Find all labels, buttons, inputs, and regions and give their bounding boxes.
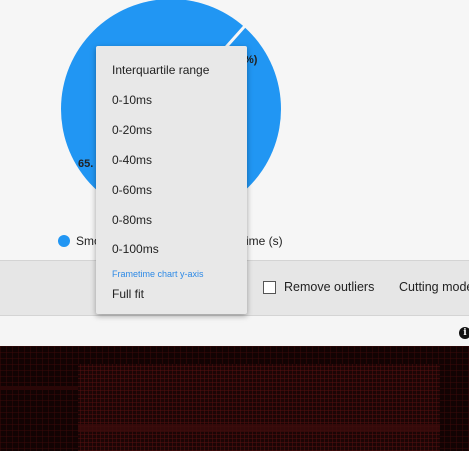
- menu-item-0-40ms[interactable]: 0-40ms: [112, 153, 152, 167]
- checkbox-box[interactable]: [263, 280, 276, 294]
- menu-item-0-80ms[interactable]: 0-80ms: [112, 213, 152, 227]
- menu-item-0-60ms[interactable]: 0-60ms: [112, 183, 152, 197]
- legend-dot-icon: [58, 235, 70, 247]
- info-icon[interactable]: i: [459, 327, 469, 339]
- y-axis-dropdown-menu: Interquartile range 0-10ms 0-20ms 0-40ms…: [96, 46, 247, 314]
- legend-label: ime (s): [246, 234, 283, 248]
- remove-outliers-checkbox[interactable]: Remove outliers: [263, 280, 374, 294]
- frametime-heatmap-area: [0, 346, 469, 451]
- dropdown-selected-value[interactable]: Full fit: [112, 287, 144, 301]
- menu-item-0-10ms[interactable]: 0-10ms: [112, 93, 152, 107]
- menu-item-0-100ms[interactable]: 0-100ms: [112, 242, 159, 256]
- legend-item: Smo: [58, 234, 101, 248]
- heatmap-texture: [0, 346, 469, 451]
- menu-item-interquartile-range[interactable]: Interquartile range: [112, 63, 209, 77]
- legend-item: ime (s): [246, 234, 283, 248]
- pie-slice-label: 65.: [78, 158, 94, 170]
- menu-item-0-20ms[interactable]: 0-20ms: [112, 123, 152, 137]
- separator-strip: [0, 316, 469, 346]
- remove-outliers-label: Remove outliers: [284, 280, 375, 294]
- dropdown-caption: Frametime chart y-axis: [112, 269, 204, 279]
- cutting-mode-dropdown[interactable]: Cutting mode: [399, 280, 469, 294]
